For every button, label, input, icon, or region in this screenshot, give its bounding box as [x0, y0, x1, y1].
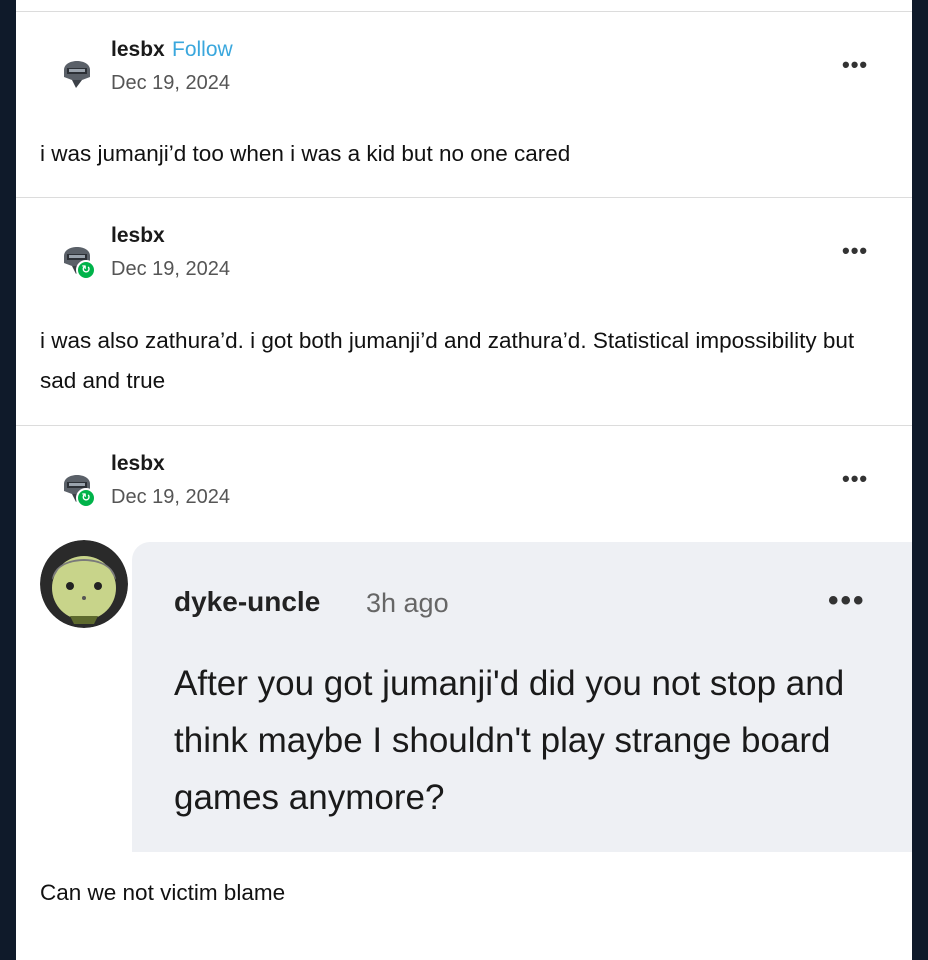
reply-text: Can we not victim blame	[40, 880, 286, 905]
more-options-icon[interactable]: •••	[842, 52, 868, 78]
more-options-icon[interactable]: •••	[842, 238, 868, 264]
quoted-username[interactable]: dyke-uncle	[174, 586, 320, 618]
reblog-badge-icon: ↻	[76, 488, 96, 508]
post-thread: lesbx Follow Dec 19, 2024 ••• i was juma…	[16, 0, 912, 960]
divider	[16, 11, 912, 12]
quoted-text: After you got jumanji'd did you not stop…	[174, 664, 845, 817]
post-date: Dec 19, 2024	[111, 486, 230, 508]
username[interactable]: lesbx	[111, 452, 165, 476]
divider	[16, 197, 912, 198]
username[interactable]: lesbx	[111, 224, 165, 248]
frog-avatar-icon[interactable]	[40, 540, 128, 628]
quoted-time: 3h ago	[366, 588, 449, 618]
post-date: Dec 19, 2024	[111, 72, 230, 94]
more-options-icon[interactable]: •••	[828, 584, 866, 618]
post-text: i was jumanji’d too when i was a kid but…	[40, 141, 571, 166]
divider	[16, 425, 912, 426]
helmet-avatar-icon[interactable]	[60, 50, 94, 90]
post-date: Dec 19, 2024	[111, 258, 230, 280]
reblog-badge-icon: ↻	[76, 260, 96, 280]
post-header-3: ↻ lesbx Dec 19, 2024 •••	[16, 442, 912, 512]
post-header-2: ↻ lesbx Dec 19, 2024 •••	[16, 214, 912, 284]
username[interactable]: lesbx	[111, 38, 165, 62]
post-header-1: lesbx Follow Dec 19, 2024 •••	[16, 28, 912, 98]
follow-button[interactable]: Follow	[172, 38, 233, 62]
post-text: i was also zathura’d. i got both jumanji…	[40, 328, 855, 393]
more-options-icon[interactable]: •••	[842, 466, 868, 492]
